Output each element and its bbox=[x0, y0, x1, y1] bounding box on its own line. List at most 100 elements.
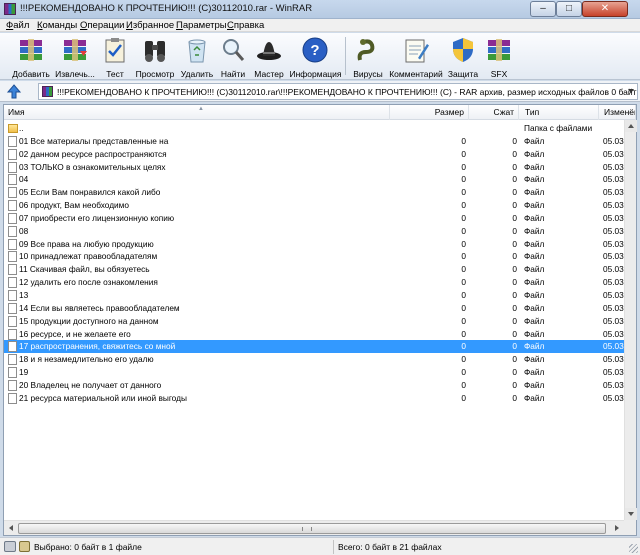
menu-commands[interactable]: Команды bbox=[37, 20, 77, 31]
scroll-right-button[interactable] bbox=[610, 522, 623, 535]
file-size: 0 bbox=[461, 238, 466, 249]
file-packed: 0 bbox=[512, 277, 517, 288]
file-modified: 05.03.2008 bbox=[603, 302, 624, 313]
table-row[interactable]: 08 0 0 Файл 05.03.2008 bbox=[4, 225, 624, 238]
toolbar: Добавить Извлечь... Тест Просмотр Удалит… bbox=[0, 33, 640, 80]
table-row[interactable]: 03 ТОЛЬКО в ознакомительных целях 0 0 Файл 0… bbox=[4, 161, 624, 174]
rar-file-icon bbox=[42, 86, 53, 97]
column-header: Имя ▲ Размер Сжат Тип Изменён bbox=[4, 105, 636, 120]
file-name: 15 продукции доступного на данном bbox=[19, 315, 159, 326]
table-row[interactable]: 10 принадлежат правообладателям 0 0 Файл 05.… bbox=[4, 250, 624, 263]
view-button[interactable]: Просмотр bbox=[133, 35, 177, 79]
sort-arrow-icon: ▲ bbox=[198, 106, 204, 112]
file-name: 20 Владелец не получает от данного bbox=[19, 379, 162, 390]
table-row[interactable]: 02 данном ресурсе распространяются 0 0 Файл… bbox=[4, 148, 624, 161]
file-type: Файл bbox=[524, 161, 545, 172]
file-type: Файл bbox=[524, 135, 545, 146]
file-packed: 0 bbox=[512, 354, 517, 365]
file-icon bbox=[8, 225, 17, 237]
archive-path-field[interactable]: !!!РЕКОМЕНДОВАНО К ПРОЧТЕНИЮ!!! (C)30112… bbox=[38, 83, 638, 100]
table-row[interactable]: 11 Скачивая файл, вы обязуетесь 0 0 Файл 05.… bbox=[4, 263, 624, 276]
file-icon bbox=[8, 161, 17, 173]
scroll-left-button[interactable] bbox=[5, 522, 18, 535]
table-row[interactable]: 18 и я незамедлительно его удалю 0 0 Файл 05… bbox=[4, 353, 624, 366]
file-size: 0 bbox=[461, 392, 466, 403]
menu-favorites[interactable]: Избранное bbox=[126, 20, 174, 31]
column-size[interactable]: Размер bbox=[390, 105, 469, 120]
table-row[interactable]: 06 продукт, Вам необходимо 0 0 Файл 05.03.20… bbox=[4, 199, 624, 212]
maximize-button[interactable]: □ bbox=[556, 1, 582, 17]
protect-button[interactable]: Защита bbox=[445, 35, 481, 79]
table-row[interactable]: 12 удалить его после ознакомления 0 0 Файл 0… bbox=[4, 276, 624, 289]
menu-file[interactable]: Файл bbox=[6, 20, 29, 31]
file-icon bbox=[8, 238, 17, 250]
chevron-down-icon[interactable] bbox=[628, 89, 634, 93]
file-name: 06 продукт, Вам необходимо bbox=[19, 200, 130, 211]
menu-help[interactable]: Справка bbox=[227, 20, 264, 31]
file-packed: 0 bbox=[512, 289, 517, 300]
table-row[interactable]: 04 0 0 Файл 05.03.2008 bbox=[4, 173, 624, 186]
up-arrow-icon[interactable] bbox=[6, 84, 22, 99]
scroll-up-button[interactable] bbox=[625, 120, 637, 132]
file-modified: 05.03.2008 bbox=[603, 341, 624, 352]
notepad-pencil-icon bbox=[405, 39, 429, 63]
file-modified: 05.03.2008 bbox=[603, 225, 624, 236]
arrow-down-icon bbox=[628, 512, 634, 516]
winrar-app-icon[interactable] bbox=[4, 3, 16, 15]
add-button[interactable]: Добавить bbox=[9, 35, 53, 79]
resize-grip-icon[interactable] bbox=[629, 544, 638, 553]
file-name: 18 и я незамедлительно его удалю bbox=[19, 354, 154, 365]
file-modified: 05.03.2008 bbox=[603, 135, 624, 146]
table-row[interactable]: .. Папка с файлами bbox=[4, 122, 624, 135]
find-button[interactable]: Найти bbox=[217, 35, 249, 79]
table-row[interactable]: 19 0 0 Файл 05.03.2008 bbox=[4, 366, 624, 379]
table-row[interactable]: 01 Все материалы представленные на 0 0 Файл… bbox=[4, 135, 624, 148]
help-question-icon: ? bbox=[302, 37, 328, 63]
file-type: Файл bbox=[524, 174, 545, 185]
file-packed: 0 bbox=[512, 328, 517, 339]
minimize-button[interactable]: – bbox=[530, 1, 556, 17]
table-row[interactable]: 15 продукции доступного на данном 0 0 Файл 0… bbox=[4, 315, 624, 328]
menu-operations[interactable]: Операции bbox=[80, 20, 124, 31]
table-row[interactable]: 16 ресурсе, и не желаете его 0 0 Файл 05.03.… bbox=[4, 328, 624, 341]
close-button[interactable]: ✕ bbox=[582, 1, 628, 17]
test-button[interactable]: Тест bbox=[98, 35, 132, 79]
horizontal-scrollbar[interactable] bbox=[4, 520, 624, 535]
column-type[interactable]: Тип bbox=[519, 105, 599, 120]
file-modified: 05.03.2008 bbox=[603, 264, 624, 275]
table-row[interactable]: 07 приобрести его лицензионную копию 0 0 Фа… bbox=[4, 212, 624, 225]
delete-button[interactable]: Удалить bbox=[178, 35, 216, 79]
table-row[interactable]: 14 Если вы являетесь правообладателем 0 0 Ф… bbox=[4, 302, 624, 315]
key-icon[interactable] bbox=[19, 541, 30, 552]
file-size: 0 bbox=[461, 200, 466, 211]
horizontal-scroll-thumb[interactable] bbox=[18, 523, 606, 534]
menu-options[interactable]: Параметры bbox=[176, 20, 227, 31]
table-row[interactable]: 20 Владелец не получает от данного 0 0 Файл… bbox=[4, 379, 624, 392]
wizard-button[interactable]: Мастер bbox=[250, 35, 288, 79]
file-icon bbox=[8, 354, 17, 366]
vertical-scrollbar[interactable] bbox=[624, 120, 637, 520]
virus-button[interactable]: Вирусы bbox=[350, 35, 386, 79]
table-row[interactable]: 05 Если Вам понравился какой либо 0 0 Файл 0… bbox=[4, 186, 624, 199]
comment-button[interactable]: Комментарий bbox=[388, 35, 444, 79]
table-row[interactable]: 17 распространения, свяжитесь со мной 0 0 Ф… bbox=[4, 340, 624, 354]
column-packed[interactable]: Сжат bbox=[469, 105, 519, 120]
file-modified: 05.03.2008 bbox=[603, 251, 624, 262]
extract-button[interactable]: Извлечь... bbox=[54, 35, 96, 79]
file-packed: 0 bbox=[512, 148, 517, 159]
file-name: 17 распространения, свяжитесь со мной bbox=[19, 341, 176, 352]
column-name[interactable]: Имя bbox=[4, 105, 390, 120]
file-icon bbox=[8, 328, 17, 340]
file-packed: 0 bbox=[512, 212, 517, 223]
table-row[interactable]: 13 0 0 Файл 05.03.2008 bbox=[4, 289, 624, 302]
drive-icon[interactable] bbox=[4, 541, 16, 552]
status-total: Всего: 0 байт в 21 файлах bbox=[338, 542, 442, 552]
file-name: 11 Скачивая файл, вы обязуетесь bbox=[19, 264, 150, 275]
file-icon bbox=[8, 212, 17, 224]
column-modified[interactable]: Изменён bbox=[599, 105, 636, 120]
table-row[interactable]: 21 ресурса материальной или иной выгоды 0… bbox=[4, 392, 624, 405]
info-button[interactable]: ? Информация bbox=[289, 35, 342, 79]
table-row[interactable]: 09 Все права на любую продукцию 0 0 Файл 05.… bbox=[4, 238, 624, 251]
scroll-down-button[interactable] bbox=[625, 508, 637, 520]
sfx-button[interactable]: SFX bbox=[482, 35, 516, 79]
